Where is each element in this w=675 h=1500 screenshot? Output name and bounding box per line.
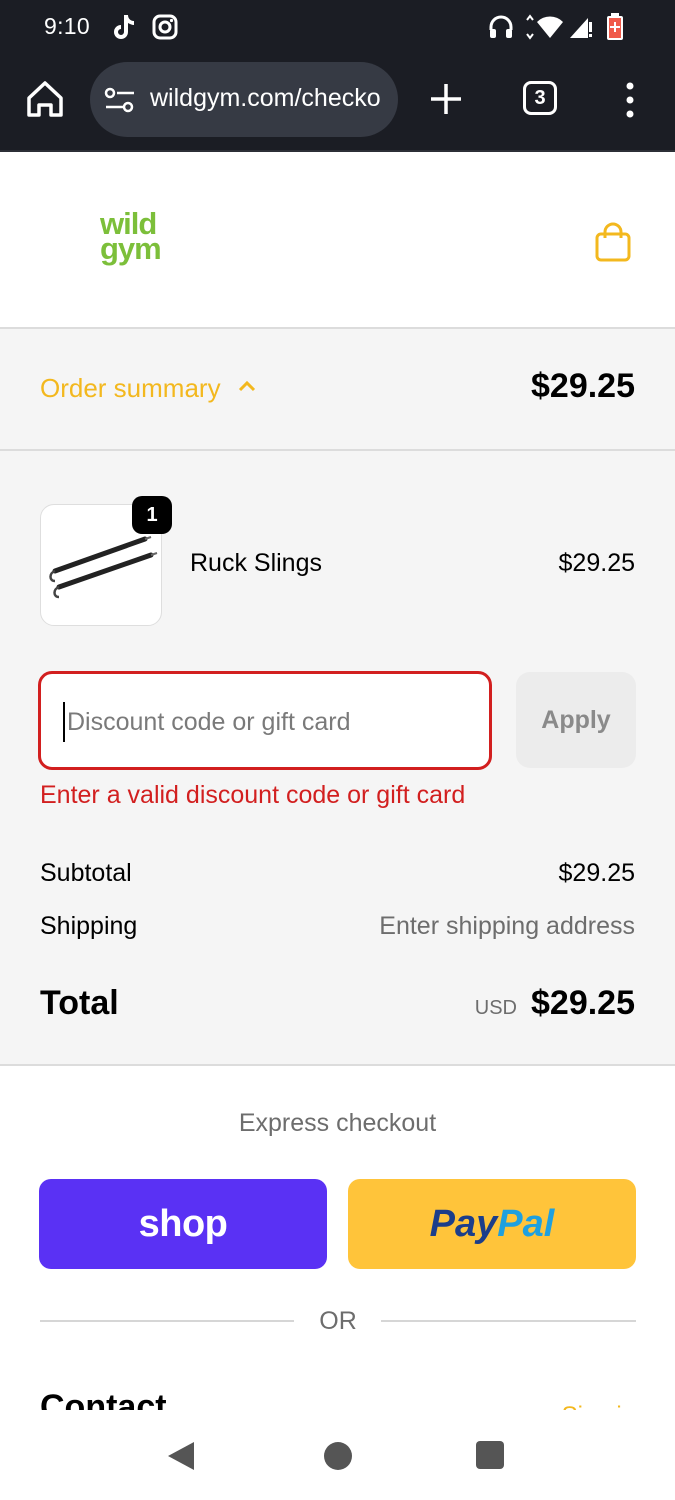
discount-field[interactable] bbox=[38, 671, 492, 770]
address-bar[interactable]: wildgym.com/checkout bbox=[90, 62, 398, 137]
home-nav-icon[interactable] bbox=[324, 1442, 352, 1470]
recents-icon[interactable] bbox=[476, 1441, 504, 1469]
paypal-button[interactable]: Pay Pal bbox=[348, 1179, 636, 1269]
tabs-icon[interactable]: 3 bbox=[523, 81, 557, 115]
paypal-label-pal: Pal bbox=[497, 1202, 555, 1245]
express-checkout-title: Express checkout bbox=[238, 1109, 437, 1137]
quantity-badge: 1 bbox=[132, 496, 172, 534]
home-icon[interactable] bbox=[24, 78, 66, 120]
tab-count: 3 bbox=[534, 86, 546, 109]
product-price: $29.25 bbox=[558, 549, 635, 577]
subtotal-value: $29.25 bbox=[558, 859, 635, 887]
tiktok-icon bbox=[108, 12, 138, 42]
contact-heading: Contact bbox=[40, 1388, 167, 1410]
total-value: $29.25 bbox=[531, 984, 635, 1022]
site-settings-icon[interactable] bbox=[104, 86, 136, 114]
logo-line-2: gym bbox=[100, 231, 162, 266]
status-bar: 9:10 bbox=[0, 0, 675, 56]
or-divider: OR bbox=[40, 1305, 636, 1335]
system-nav-bar bbox=[0, 1410, 675, 1500]
paypal-label-pay: Pay bbox=[429, 1202, 498, 1245]
battery-icon bbox=[604, 12, 626, 42]
order-summary-total: $29.25 bbox=[531, 367, 635, 405]
contact-section: Contact Sign in bbox=[0, 1380, 675, 1410]
sign-in-link[interactable]: Sign in bbox=[562, 1402, 635, 1410]
shop-pay-label: shop bbox=[138, 1202, 228, 1245]
order-summary-toggle[interactable]: Order summary bbox=[40, 373, 257, 404]
shopping-bag-icon[interactable] bbox=[592, 221, 634, 263]
store-header: wild gym bbox=[0, 153, 675, 329]
shipping-value: Enter shipping address bbox=[379, 912, 635, 940]
more-menu-icon[interactable] bbox=[618, 80, 642, 120]
order-summary-panel: 1 Ruck Slings $29.25 Apply Enter a valid… bbox=[0, 451, 675, 1066]
url-text: wildgym.com/checkout bbox=[150, 84, 382, 112]
apply-button[interactable]: Apply bbox=[516, 672, 636, 768]
instagram-icon bbox=[150, 12, 180, 42]
signal-icon bbox=[568, 12, 594, 42]
subtotal-label: Subtotal bbox=[40, 859, 132, 887]
discount-input[interactable] bbox=[63, 702, 463, 742]
or-label: OR bbox=[295, 1307, 381, 1335]
wifi-icon bbox=[522, 12, 566, 42]
headset-icon bbox=[486, 12, 516, 42]
back-icon[interactable] bbox=[166, 1440, 196, 1472]
product-name: Ruck Slings bbox=[190, 549, 322, 577]
status-time: 9:10 bbox=[44, 13, 90, 39]
store-logo[interactable]: wild gym bbox=[100, 208, 162, 266]
shop-pay-button[interactable]: shop bbox=[39, 1179, 327, 1269]
order-summary-label: Order summary bbox=[40, 373, 221, 403]
total-currency: USD bbox=[474, 997, 517, 1019]
total-label: Total bbox=[40, 984, 119, 1022]
shipping-label: Shipping bbox=[40, 912, 138, 940]
chevron-up-icon bbox=[237, 379, 257, 398]
total-amount: USD $29.25 bbox=[475, 984, 635, 1023]
order-summary-bar: Order summary $29.25 bbox=[0, 329, 675, 451]
browser-toolbar: wildgym.com/checkout 3 bbox=[0, 56, 675, 152]
new-tab-icon[interactable] bbox=[427, 80, 465, 118]
discount-error-message: Enter a valid discount code or gift card bbox=[40, 781, 466, 809]
